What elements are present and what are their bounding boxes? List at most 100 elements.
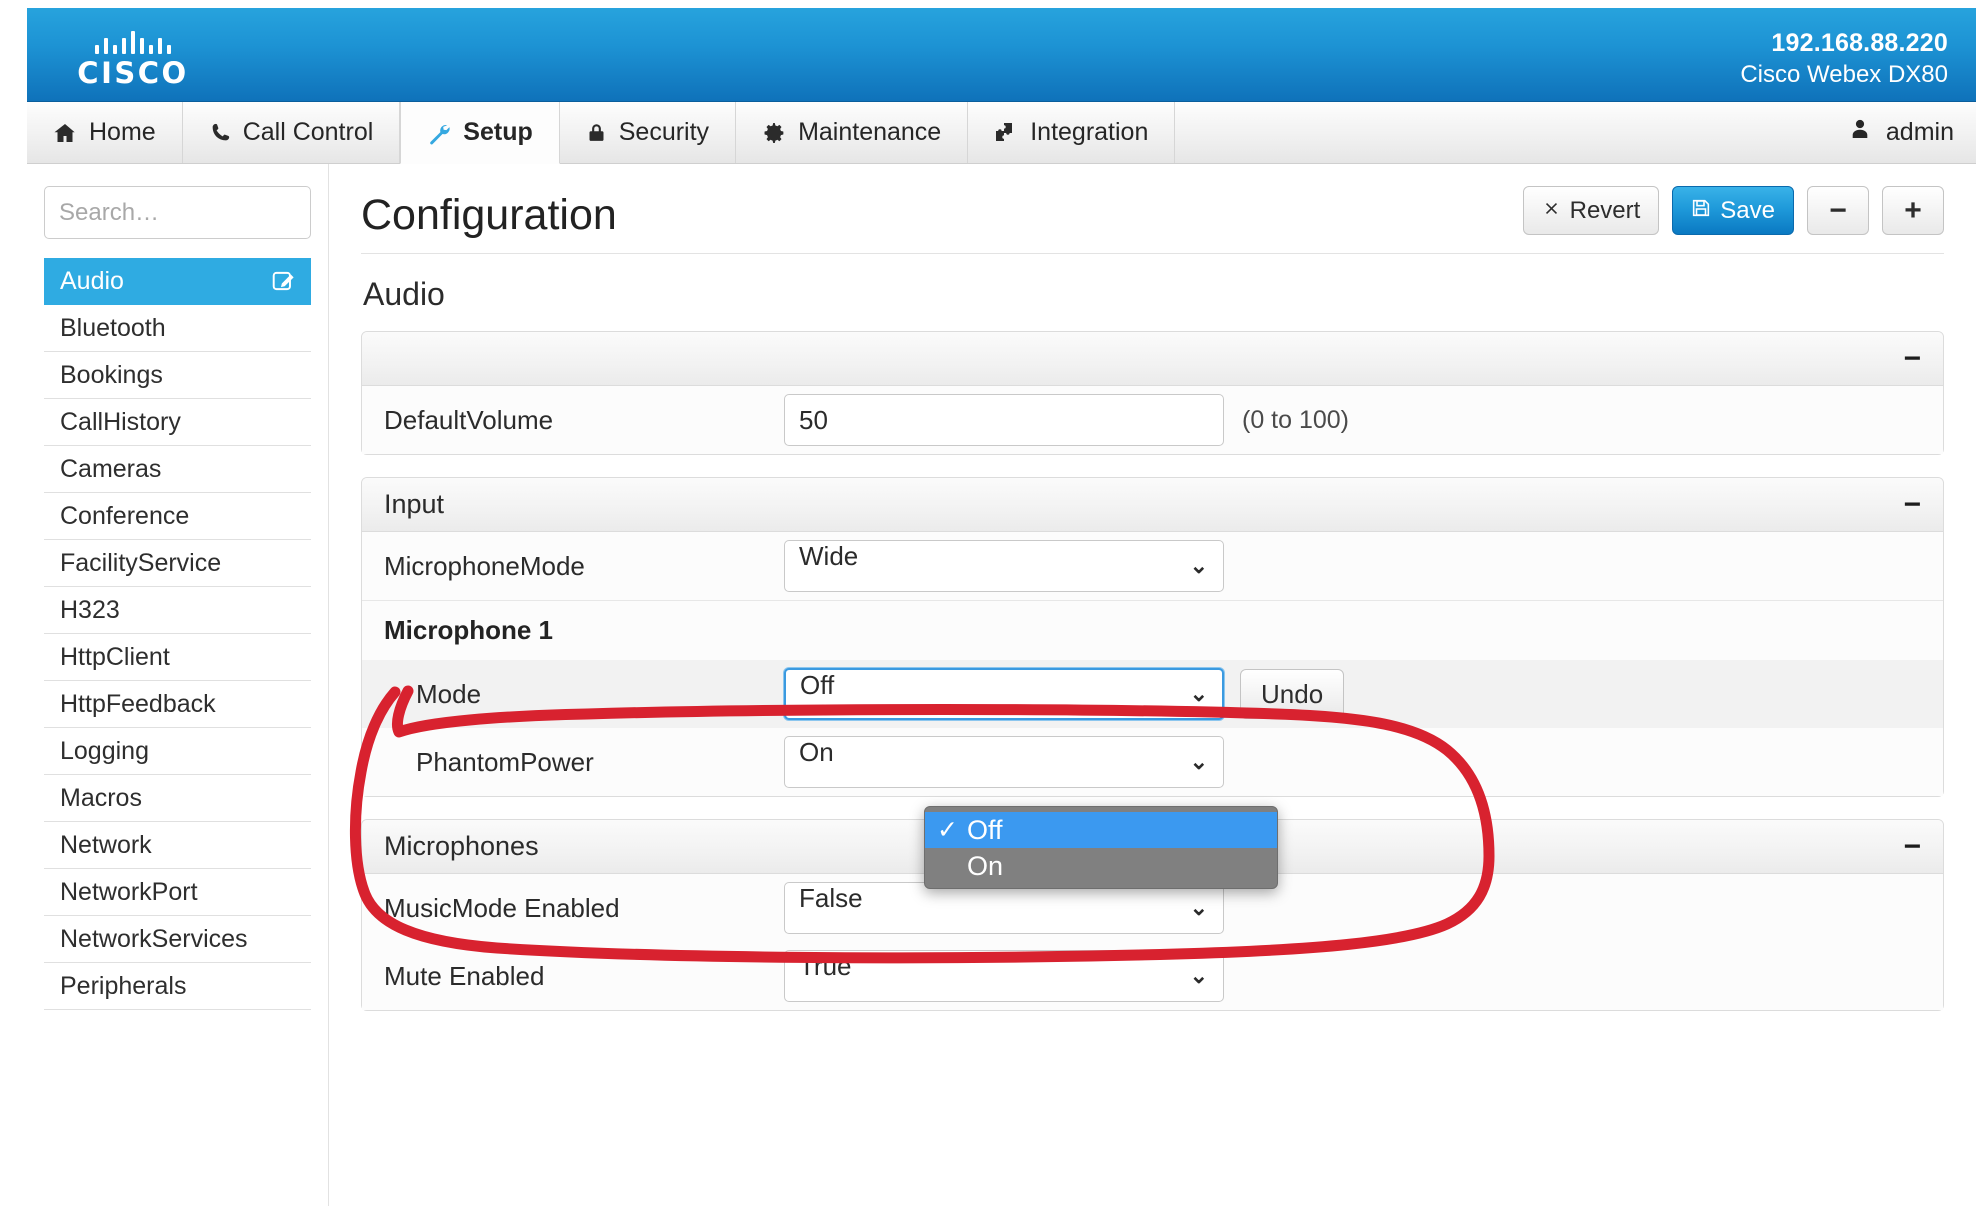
phone-icon bbox=[209, 121, 231, 145]
sidebar-item-macros[interactable]: Macros bbox=[44, 775, 311, 822]
sidebar-item-label: CallHistory bbox=[60, 407, 181, 436]
dropdown-option-off[interactable]: ✓ Off bbox=[925, 812, 1277, 848]
sidebar-item-list: Audio Bluetooth Bookings CallHistory Cam… bbox=[44, 258, 311, 1010]
sidebar-item-label: Logging bbox=[60, 736, 149, 765]
nav-tab-call-control[interactable]: Call Control bbox=[183, 102, 401, 163]
gear-icon bbox=[762, 121, 786, 145]
sidebar-item-label: FacilityService bbox=[60, 548, 222, 577]
row-label: Mode bbox=[416, 678, 482, 709]
row-defaultvolume: DefaultVolume (0 to 100) bbox=[362, 386, 1943, 454]
sidebar-item-bluetooth[interactable]: Bluetooth bbox=[44, 305, 311, 352]
page-title: Configuration bbox=[361, 191, 617, 239]
sidebar-item-cameras[interactable]: Cameras bbox=[44, 446, 311, 493]
sidebar-item-label: NetworkServices bbox=[60, 924, 248, 953]
sidebar-item-label: Conference bbox=[60, 501, 190, 530]
panel-header[interactable]: Input − bbox=[362, 478, 1943, 532]
person-icon bbox=[1848, 117, 1872, 148]
panel-collapse-icon[interactable]: − bbox=[1903, 489, 1921, 519]
home-icon bbox=[53, 121, 77, 145]
subgroup-title-microphone-1: Microphone 1 bbox=[362, 600, 1943, 660]
sidebar-item-label: HttpFeedback bbox=[60, 689, 216, 718]
undo-button[interactable]: Undo bbox=[1240, 669, 1345, 719]
microphonemode-select[interactable]: Wide bbox=[784, 540, 1224, 592]
sidebar-item-networkservices[interactable]: NetworkServices bbox=[44, 916, 311, 963]
app-banner: CISCO 192.168.88.220 Cisco Webex DX80 bbox=[27, 8, 1976, 102]
panel-collapse-icon[interactable]: − bbox=[1903, 831, 1921, 861]
mute-enabled-select[interactable]: True bbox=[784, 950, 1224, 1002]
sidebar-item-peripherals[interactable]: Peripherals bbox=[44, 963, 311, 1010]
musicmode-enabled-select[interactable]: False bbox=[784, 882, 1224, 934]
sidebar-item-label: NetworkPort bbox=[60, 877, 198, 906]
sidebar-item-label: Bookings bbox=[60, 360, 163, 389]
sidebar-item-networkport[interactable]: NetworkPort bbox=[44, 869, 311, 916]
microphonemode-select-wrapper: Wide ⌄ bbox=[784, 540, 1224, 592]
nav-tab-home-label: Home bbox=[89, 118, 156, 146]
sidebar-item-label: Macros bbox=[60, 783, 142, 812]
panel-collapse-icon[interactable]: − bbox=[1903, 343, 1921, 373]
search-input[interactable] bbox=[44, 186, 311, 239]
cisco-bars-icon bbox=[63, 28, 203, 54]
sidebar-item-label: Peripherals bbox=[60, 971, 187, 1000]
mode-select[interactable]: Off bbox=[784, 668, 1224, 720]
phantompower-select[interactable]: On bbox=[784, 736, 1224, 788]
panel-header[interactable]: − bbox=[362, 332, 1943, 386]
sidebar-item-bookings[interactable]: Bookings bbox=[44, 352, 311, 399]
dropdown-option-on[interactable]: On bbox=[925, 848, 1277, 884]
sidebar-item-httpfeedback[interactable]: HttpFeedback bbox=[44, 681, 311, 728]
row-mute-enabled: Mute Enabled True ⌄ bbox=[362, 942, 1943, 1010]
panel-input: Input − MicrophoneMode Wide ⌄ Microphone… bbox=[361, 477, 1944, 797]
musicmode-select-wrapper: False ⌄ bbox=[784, 882, 1224, 934]
sidebar-item-network[interactable]: Network bbox=[44, 822, 311, 869]
nav-tab-call-control-label: Call Control bbox=[242, 118, 374, 146]
dropdown-option-label: On bbox=[967, 850, 1004, 881]
defaultvolume-input[interactable] bbox=[784, 394, 1224, 446]
sidebar-item-callhistory[interactable]: CallHistory bbox=[44, 399, 311, 446]
panel-title: Input bbox=[384, 489, 445, 519]
nav-user-label: admin bbox=[1885, 118, 1954, 146]
banner-device-info: 192.168.88.220 Cisco Webex DX80 bbox=[1740, 28, 1948, 90]
phantompower-select-wrapper: On ⌄ bbox=[784, 736, 1224, 788]
sidebar-item-h323[interactable]: H323 bbox=[44, 587, 311, 634]
cisco-wordmark: CISCO bbox=[77, 56, 189, 90]
edit-pencil-icon[interactable] bbox=[271, 268, 297, 294]
nav-tab-setup[interactable]: Setup bbox=[400, 102, 560, 164]
sidebar-item-httpclient[interactable]: HttpClient bbox=[44, 634, 311, 681]
row-label: PhantomPower bbox=[416, 746, 594, 777]
revert-button[interactable]: Revert bbox=[1522, 186, 1660, 235]
dropdown-option-label: Off bbox=[967, 814, 1003, 845]
sidebar-item-logging[interactable]: Logging bbox=[44, 728, 311, 775]
expand-all-button[interactable]: + bbox=[1882, 186, 1944, 235]
save-button[interactable]: Save bbox=[1672, 186, 1794, 235]
row-label: Mute Enabled bbox=[384, 960, 545, 991]
row-label: MicrophoneMode bbox=[384, 550, 585, 581]
sidebar-item-facilityservice[interactable]: FacilityService bbox=[44, 540, 311, 587]
revert-button-label: Revert bbox=[1569, 196, 1641, 224]
mode-dropdown-popup[interactable]: ✓ Off On bbox=[924, 806, 1278, 889]
puzzle-icon bbox=[994, 121, 1018, 145]
x-icon bbox=[1542, 197, 1561, 225]
nav-tab-security-label: Security bbox=[618, 118, 710, 146]
nav-tab-integration[interactable]: Integration bbox=[968, 102, 1176, 163]
device-ip-address: 192.168.88.220 bbox=[1771, 29, 1948, 57]
row-hint: (0 to 100) bbox=[1242, 405, 1350, 434]
mute-select-wrapper: True ⌄ bbox=[784, 950, 1224, 1002]
floppy-disk-icon bbox=[1691, 197, 1711, 225]
panel-audio-root: − DefaultVolume (0 to 100) bbox=[361, 331, 1944, 455]
nav-tab-home[interactable]: Home bbox=[27, 102, 183, 163]
config-sidebar: Audio Bluetooth Bookings CallHistory bbox=[27, 164, 329, 1206]
page-header: Configuration Revert Save − + bbox=[361, 186, 1944, 254]
nav-tab-security[interactable]: Security bbox=[560, 102, 737, 163]
save-button-label: Save bbox=[1720, 196, 1775, 224]
sidebar-item-audio[interactable]: Audio bbox=[44, 258, 311, 305]
cisco-logo: CISCO bbox=[63, 28, 203, 88]
sidebar-item-conference[interactable]: Conference bbox=[44, 493, 311, 540]
sidebar-item-label: Audio bbox=[60, 266, 124, 295]
nav-tab-setup-label: Setup bbox=[463, 118, 533, 146]
main-navigation: Home Call Control Setup Security Mainten bbox=[27, 102, 1976, 164]
body-wrapper: Audio Bluetooth Bookings CallHistory bbox=[27, 164, 1976, 1206]
nav-tab-maintenance[interactable]: Maintenance bbox=[736, 102, 969, 163]
collapse-all-button[interactable]: − bbox=[1807, 186, 1869, 235]
nav-user-menu[interactable]: admin bbox=[1822, 102, 1976, 163]
row-phantompower: PhantomPower On ⌄ bbox=[362, 728, 1943, 796]
nav-tab-maintenance-label: Maintenance bbox=[798, 118, 942, 146]
